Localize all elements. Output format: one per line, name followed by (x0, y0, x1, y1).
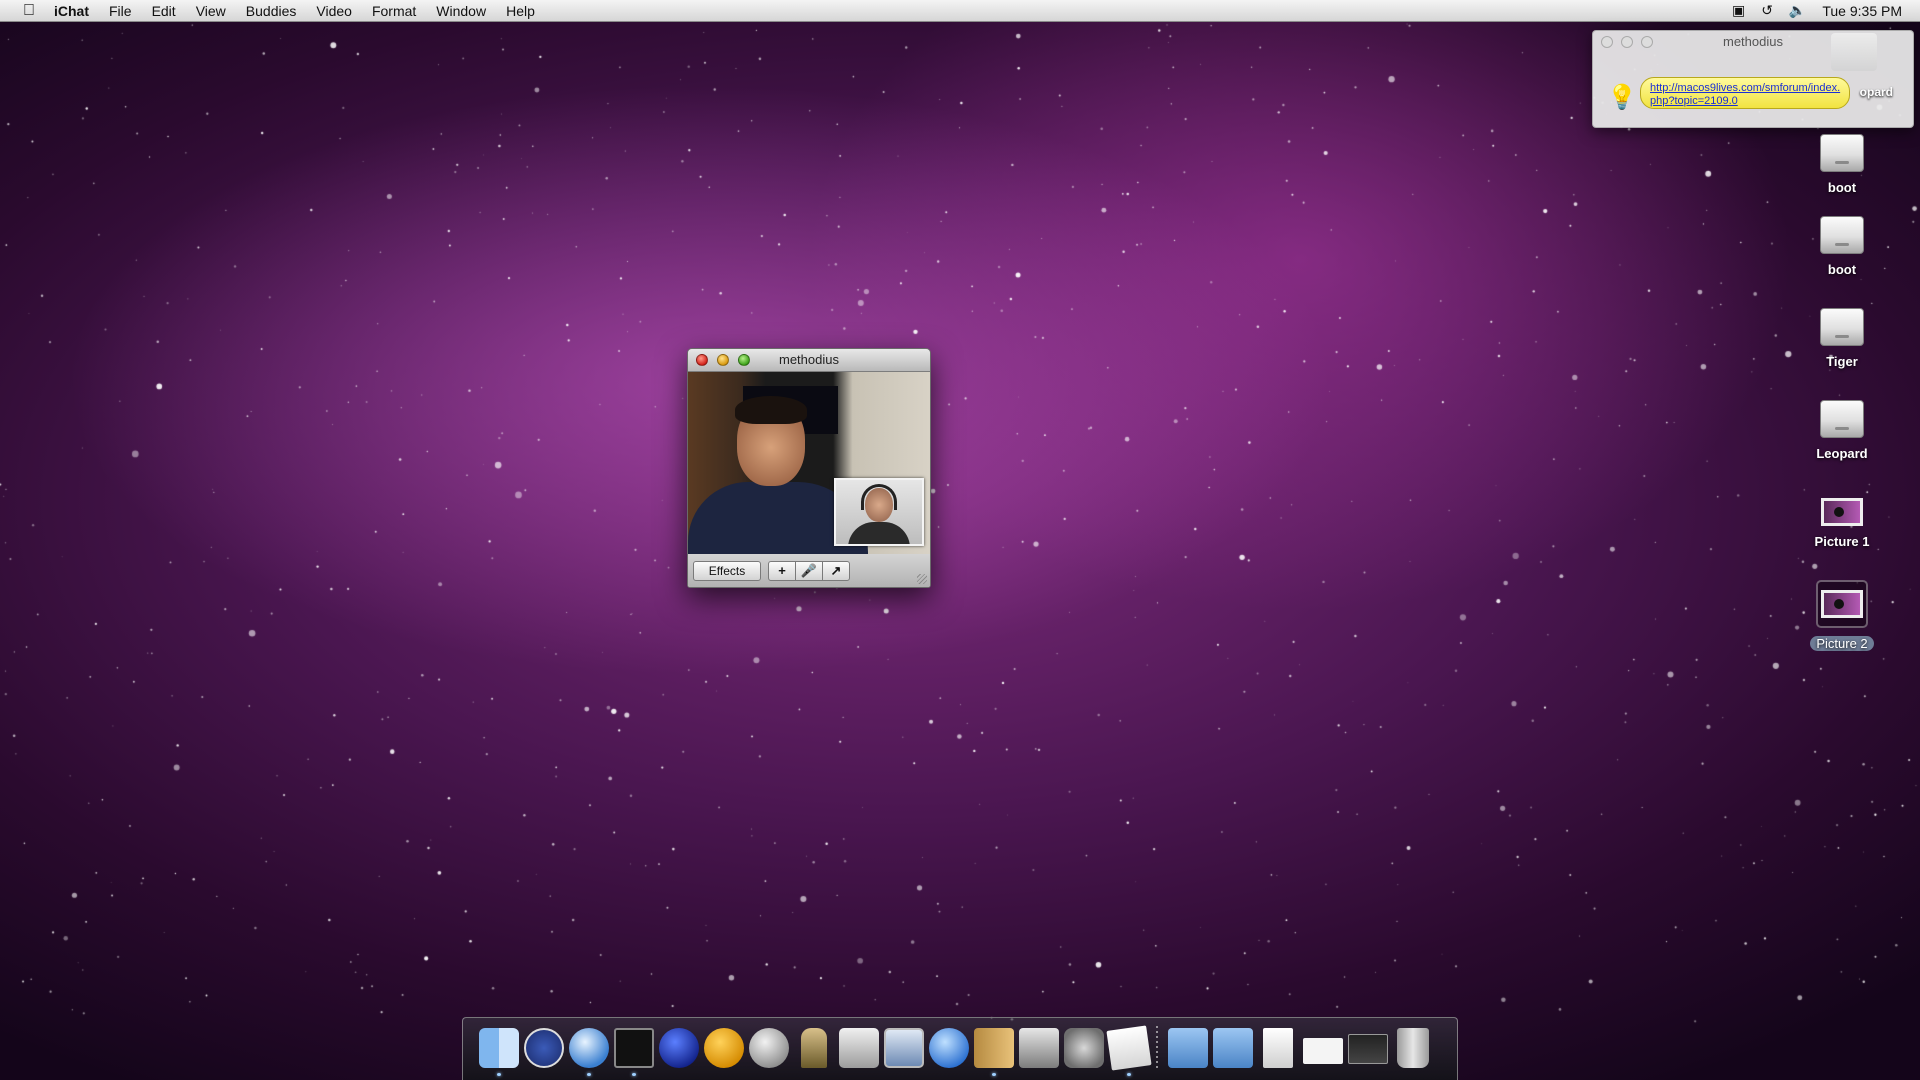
remote-video-feed[interactable] (688, 372, 930, 562)
desktop-icon-label-behind: opard (1859, 85, 1893, 99)
dashboard-icon[interactable] (1019, 1028, 1059, 1068)
desktop-icon-boot-1[interactable]: boot (1792, 134, 1892, 197)
effects-button[interactable]: Effects (693, 560, 761, 581)
running-indicator (632, 1073, 636, 1076)
starfield-wallpaper (0, 0, 1920, 1080)
menu-bar:  iChat File Edit View Buddies Video For… (0, 0, 1920, 22)
mute-button[interactable]: 🎤 (795, 560, 823, 581)
selection-frame (1816, 580, 1868, 628)
local-participant-body (848, 522, 910, 544)
desktop-icon-picture-2[interactable]: Picture 2 (1792, 580, 1892, 653)
running-indicator (992, 1073, 996, 1076)
desktop-icon-picture-1[interactable]: Picture 1 (1792, 492, 1892, 551)
trash-icon[interactable] (1397, 1028, 1429, 1068)
network-globe-icon[interactable] (569, 1028, 609, 1068)
zoom-icon[interactable] (738, 354, 750, 366)
gray-balloon-icon[interactable] (749, 1028, 789, 1068)
video-toolbar: Effects + 🎤 ↗ (688, 554, 930, 587)
menu-format[interactable]: Format (362, 3, 426, 19)
menu-buddies[interactable]: Buddies (236, 3, 307, 19)
desktop-icon-label: Picture 2 (1810, 636, 1874, 651)
blank-document-icon[interactable] (1303, 1038, 1343, 1064)
close-icon[interactable] (696, 354, 708, 366)
desktop-icon-label: Leopard (1816, 446, 1868, 461)
fullscreen-icon: ↗ (830, 562, 842, 578)
window-titlebar[interactable]: methodius (688, 349, 930, 372)
running-indicator (497, 1073, 501, 1076)
remote-participant (688, 396, 868, 562)
resize-grip-icon[interactable] (917, 574, 927, 584)
growl-notification[interactable]: opard methodius 💡 http://macos9lives.com… (1592, 30, 1914, 128)
video-chat-window[interactable]: methodius Effects + 🎤 ↗ (687, 348, 931, 588)
notification-title: methodius (1723, 34, 1783, 49)
dock (462, 1017, 1458, 1080)
menu-window[interactable]: Window (426, 3, 496, 19)
desktop-icon-label: boot (1827, 262, 1857, 277)
desktop-icon-tiger[interactable]: Tiger (1792, 308, 1892, 371)
video-controls-group: + 🎤 ↗ (768, 560, 850, 581)
drive-icon (1820, 308, 1864, 346)
orange-balloon-icon[interactable] (704, 1028, 744, 1068)
menu-app-ichat[interactable]: iChat (54, 3, 99, 19)
input-menu-icon[interactable]: ▣ (1732, 2, 1745, 19)
terminal-icon[interactable] (614, 1028, 654, 1068)
remote-participant-hair (735, 396, 807, 424)
menu-clock[interactable]: Tue 9:35 PM (1822, 3, 1902, 19)
menu-view[interactable]: View (186, 3, 236, 19)
drive-icon (1820, 134, 1864, 172)
app-store-icon[interactable] (524, 1028, 564, 1068)
image-file-icon (1821, 590, 1863, 618)
microphone-icon: 🎤 (800, 562, 818, 578)
applications-folder-icon[interactable] (1168, 1028, 1208, 1068)
blue-balloon-icon[interactable] (659, 1028, 699, 1068)
facetime-camera-icon[interactable] (929, 1028, 969, 1068)
headphones-icon (861, 484, 897, 510)
drive-icon (1820, 400, 1864, 438)
volume-icon[interactable]: 🔈 (1789, 2, 1806, 19)
textedit-icon[interactable] (1106, 1025, 1152, 1071)
desktop-icon-label: Picture 1 (1814, 534, 1870, 549)
window-title: methodius (779, 352, 839, 367)
running-indicator (587, 1073, 591, 1076)
fullscreen-button[interactable]: ↗ (822, 560, 850, 581)
desktop-icon-label: boot (1827, 180, 1857, 195)
ichat-screen-icon[interactable] (884, 1028, 924, 1068)
menu-extras: ▣ ↺ 🔈 Tue 9:35 PM (1732, 2, 1920, 19)
add-participant-button[interactable]: + (768, 560, 796, 581)
utilities-folder-icon[interactable] (1213, 1028, 1253, 1068)
message-link[interactable]: http://macos9lives.com/smforum/index.php… (1640, 77, 1850, 109)
apple-icon[interactable]:  (18, 2, 40, 20)
window-stack-icon[interactable] (1348, 1034, 1388, 1064)
local-video-preview[interactable] (834, 478, 924, 546)
minimize-icon[interactable] (717, 354, 729, 366)
image-file-icon (1821, 498, 1863, 526)
finder-icon[interactable] (479, 1028, 519, 1068)
running-indicator (1127, 1073, 1131, 1076)
menu-help[interactable]: Help (496, 3, 545, 19)
dock-separator (1156, 1026, 1158, 1070)
menu-edit[interactable]: Edit (142, 3, 186, 19)
documents-stack-icon[interactable] (1263, 1028, 1293, 1068)
desktop-icon-label: Tiger (1826, 354, 1858, 369)
address-book-icon[interactable] (974, 1028, 1014, 1068)
utility-app-icon[interactable] (801, 1028, 827, 1068)
lightbulb-icon: 💡 (1607, 84, 1637, 111)
disk-utility-icon[interactable] (839, 1028, 879, 1068)
drive-icon (1820, 216, 1864, 254)
desktop-icon-leopard[interactable]: Leopard (1792, 400, 1892, 463)
menu-video[interactable]: Video (306, 3, 362, 19)
system-preferences-icon[interactable] (1064, 1028, 1104, 1068)
menu-file[interactable]: File (99, 3, 142, 19)
time-machine-icon[interactable]: ↺ (1761, 2, 1773, 19)
desktop-icon-boot-2[interactable]: boot (1792, 216, 1892, 279)
